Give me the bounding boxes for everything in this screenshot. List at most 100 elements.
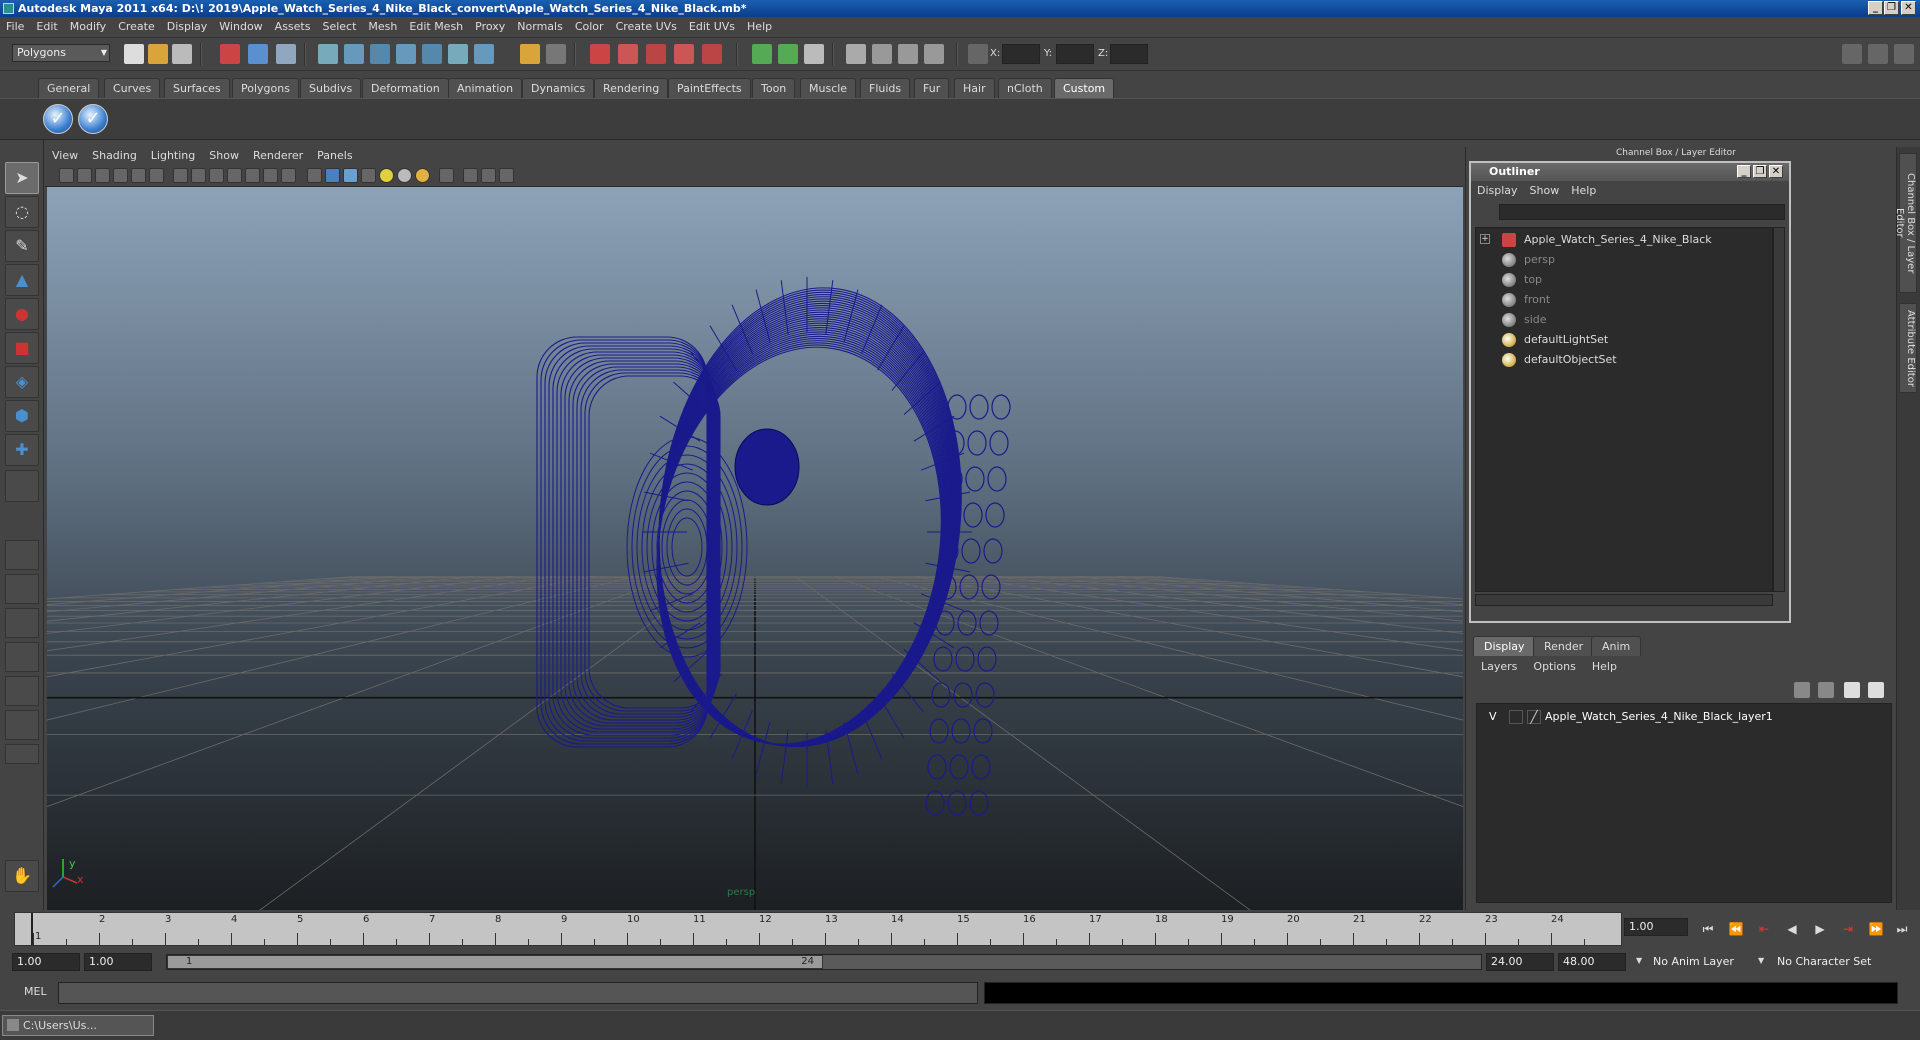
make-live-icon[interactable]: [702, 44, 722, 64]
minimize-button[interactable]: _: [1868, 1, 1883, 15]
shelf-tab-painteffects[interactable]: PaintEffects: [668, 78, 751, 98]
field-chart-icon[interactable]: [245, 168, 260, 183]
menu-mesh[interactable]: Mesh: [362, 17, 403, 37]
safe-title-icon[interactable]: [281, 168, 296, 183]
animation-start-field[interactable]: 1.00: [12, 953, 80, 971]
outliner-filter-input[interactable]: [1499, 204, 1785, 220]
step-back-frame-icon[interactable]: ⏪: [1726, 920, 1746, 938]
menu-modify[interactable]: Modify: [64, 17, 112, 37]
layer-row[interactable]: V ╱ Apple_Watch_Series_4_Nike_Black_laye…: [1481, 708, 1887, 726]
select-surfaces-icon[interactable]: [396, 44, 416, 64]
shelf-tab-rendering[interactable]: Rendering: [594, 78, 669, 98]
outliner-item-front[interactable]: front: [1502, 291, 1550, 309]
layer-visibility-toggle[interactable]: V: [1489, 708, 1497, 726]
shelf-checkmark-icon[interactable]: ✓: [78, 104, 108, 134]
menu-color[interactable]: Color: [569, 17, 610, 37]
show-hide-channel-box-icon[interactable]: [1842, 44, 1862, 64]
shelf-tab-dynamics[interactable]: Dynamics: [522, 78, 595, 98]
single-perspective-layout-icon[interactable]: [5, 540, 39, 570]
outliner-vertical-scrollbar[interactable]: [1773, 227, 1785, 592]
layer-type-toggle[interactable]: [1509, 710, 1523, 724]
shelf-tab-hair[interactable]: Hair: [954, 78, 995, 98]
outliner-minimize-button[interactable]: _: [1737, 165, 1751, 178]
play-backwards-icon[interactable]: ◀: [1782, 920, 1802, 938]
character-set-dropdown[interactable]: No Character Set: [1772, 953, 1884, 971]
safe-action-icon[interactable]: [263, 168, 278, 183]
menu-window[interactable]: Window: [213, 17, 268, 37]
construction-history-icon[interactable]: [804, 44, 824, 64]
menu-proxy[interactable]: Proxy: [469, 17, 511, 37]
wireframe-on-shaded-icon[interactable]: [343, 168, 358, 183]
current-time-indicator[interactable]: [31, 913, 33, 945]
move-layer-down-icon[interactable]: [1818, 682, 1834, 698]
command-language-toggle[interactable]: MEL: [24, 985, 47, 998]
grease-pencil-icon[interactable]: [149, 168, 164, 183]
select-handles-icon[interactable]: [318, 44, 338, 64]
layer-menu-help[interactable]: Help: [1584, 658, 1625, 676]
select-by-hierarchy-icon[interactable]: [220, 44, 240, 64]
outliner-item-watch[interactable]: Apple_Watch_Series_4_Nike_Black: [1502, 231, 1712, 249]
playback-start-field[interactable]: 1.00: [84, 953, 152, 971]
xray-icon[interactable]: [463, 168, 478, 183]
step-forward-frame-icon[interactable]: ⏩: [1866, 920, 1886, 938]
panel-menu-show[interactable]: Show: [202, 147, 246, 165]
move-tool-icon[interactable]: ▲: [5, 264, 39, 296]
create-empty-layer-icon[interactable]: [1844, 682, 1860, 698]
outliner-item-default-light-set[interactable]: defaultLightSet: [1502, 331, 1608, 349]
shelf-tab-fluids[interactable]: Fluids: [860, 78, 911, 98]
minimized-window-item[interactable]: C:\Users\Us...: [2, 1015, 154, 1036]
snap-to-view-planes-icon[interactable]: [674, 44, 694, 64]
render-current-frame-icon[interactable]: [872, 44, 892, 64]
grid-icon[interactable]: [173, 168, 188, 183]
universal-manipulator-icon[interactable]: ◈: [5, 366, 39, 398]
panel-menu-panels[interactable]: Panels: [310, 147, 359, 165]
menu-edit-uvs[interactable]: Edit UVs: [683, 17, 741, 37]
outliner-horizontal-scrollbar[interactable]: [1475, 594, 1773, 606]
outliner-menu-show[interactable]: Show: [1524, 182, 1566, 200]
go-to-start-icon[interactable]: ⏮: [1698, 920, 1718, 938]
panel-menu-lighting[interactable]: Lighting: [144, 147, 202, 165]
shelf-tab-general[interactable]: General: [38, 78, 100, 98]
menu-create-uvs[interactable]: Create UVs: [610, 17, 683, 37]
transform-mode-icon[interactable]: [968, 44, 988, 64]
chevron-down-icon[interactable]: ▼: [1636, 956, 1642, 965]
scale-tool-icon[interactable]: ■: [5, 332, 39, 364]
shelf-tab-subdivs[interactable]: Subdivs: [300, 78, 362, 98]
wireframe-icon[interactable]: [307, 168, 322, 183]
select-deformations-icon[interactable]: [422, 44, 442, 64]
playback-end-field[interactable]: 24.00: [1486, 953, 1554, 971]
image-plane-icon[interactable]: [113, 168, 128, 183]
layout-options-icon[interactable]: [5, 744, 39, 764]
select-joints-icon[interactable]: [344, 44, 364, 64]
time-slider[interactable]: 2 3 4 5 6 7 8 9 10 11 12 13 14 15 16 17 18 19 20 21 22 23 24 1: [14, 912, 1622, 946]
two-d-pan-zoom-icon[interactable]: [131, 168, 146, 183]
use-all-lights-icon[interactable]: [379, 168, 394, 183]
hand-tool-icon[interactable]: ✋: [5, 860, 39, 892]
film-gate-icon[interactable]: [191, 168, 206, 183]
range-slider-handle[interactable]: 1 24: [167, 955, 823, 969]
persp-graph-hypergraph-layout-icon[interactable]: [5, 710, 39, 740]
perspective-viewport[interactable]: persp y x: [47, 187, 1463, 910]
menu-set-selector[interactable]: Polygons ▼: [12, 44, 110, 62]
layer-menu-options[interactable]: Options: [1525, 658, 1583, 676]
shelf-tab-surfaces[interactable]: Surfaces: [164, 78, 230, 98]
channel-box-side-tab[interactable]: Channel Box / Layer Editor: [1894, 153, 1917, 293]
shelf-tab-ncloth[interactable]: nCloth: [998, 78, 1052, 98]
shelf-tab-custom[interactable]: Custom: [1054, 78, 1115, 98]
save-scene-icon[interactable]: [172, 44, 192, 64]
select-curves-icon[interactable]: [370, 44, 390, 64]
xray-joints-icon[interactable]: [481, 168, 496, 183]
attribute-editor-side-tab[interactable]: Attribute Editor: [1899, 303, 1917, 393]
persp-graph-layout-icon[interactable]: [5, 642, 39, 672]
snap-to-points-icon[interactable]: [646, 44, 666, 64]
bookmark-icon[interactable]: [95, 168, 110, 183]
outliner-close-button[interactable]: ✕: [1769, 165, 1783, 178]
camera-icon[interactable]: [59, 168, 74, 183]
shadows-icon[interactable]: [397, 168, 412, 183]
textured-icon[interactable]: [361, 168, 376, 183]
restore-button[interactable]: ❐: [1884, 1, 1899, 15]
outliner-title-bar[interactable]: Outliner _ ❐ ✕: [1471, 163, 1789, 181]
xray-active-components-icon[interactable]: [499, 168, 514, 183]
outliner-item-side[interactable]: side: [1502, 311, 1547, 329]
go-to-end-icon[interactable]: ⏭: [1892, 920, 1912, 938]
